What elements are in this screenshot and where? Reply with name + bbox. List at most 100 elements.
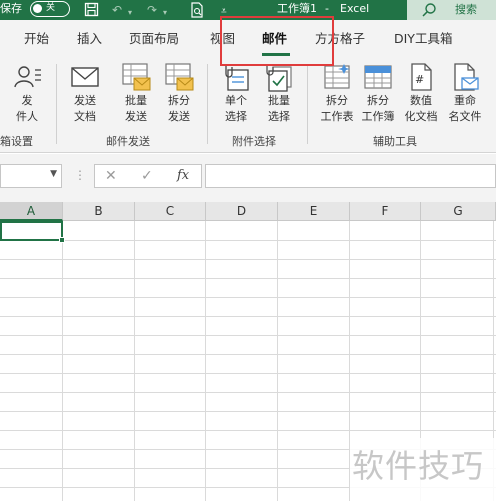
batch-send-label-1: 批量 bbox=[125, 94, 147, 107]
search-label: 搜索 bbox=[455, 3, 477, 16]
toggle-knob bbox=[33, 4, 42, 13]
formula-bar: ▼ ⋮ ✕ ✓ fx bbox=[0, 154, 496, 202]
search-icon bbox=[422, 3, 436, 17]
tab-insert[interactable]: 插入 bbox=[77, 30, 102, 48]
batch-attach-label-1: 批量 bbox=[268, 94, 290, 107]
fill-handle[interactable] bbox=[59, 237, 65, 243]
column-header-g[interactable]: G bbox=[421, 202, 496, 221]
send-document-label-2: 文档 bbox=[74, 110, 96, 123]
send-document-button[interactable]: 发送 文档 bbox=[62, 62, 108, 132]
grid-line bbox=[0, 335, 496, 336]
save-icon[interactable] bbox=[84, 2, 99, 17]
single-attach-label-2: 选择 bbox=[225, 110, 247, 123]
redo-icon[interactable]: ↷ bbox=[147, 2, 157, 18]
undo-dropdown-icon[interactable]: ▾ bbox=[128, 5, 132, 21]
grid-line bbox=[0, 373, 496, 374]
batch-attach-button[interactable]: 批量 选择 bbox=[256, 62, 302, 132]
sender-label-1: 发 bbox=[21, 94, 33, 107]
formula-buttons: ✕ ✓ fx bbox=[94, 164, 202, 188]
column-header-e[interactable]: E bbox=[278, 202, 350, 221]
search-box[interactable]: 搜索 bbox=[407, 0, 496, 20]
split-send-label-2: 发送 bbox=[168, 110, 190, 123]
print-preview-icon[interactable] bbox=[190, 2, 204, 18]
split-worksheet-button[interactable]: 拆分 工作表 bbox=[314, 62, 360, 132]
split-workbook-button[interactable]: 拆分 工作簿 bbox=[355, 62, 401, 132]
name-box[interactable]: ▼ bbox=[0, 164, 62, 188]
group-label-aux-tools: 辅助工具 bbox=[373, 135, 417, 148]
autosave-toggle[interactable]: 关 bbox=[30, 1, 70, 17]
tab-page-layout[interactable]: 页面布局 bbox=[129, 30, 179, 48]
grid-line bbox=[0, 297, 496, 298]
undo-icon[interactable]: ↶ bbox=[112, 2, 122, 18]
enter-icon[interactable]: ✓ bbox=[141, 168, 153, 184]
column-header-d[interactable]: D bbox=[206, 202, 278, 221]
selected-cell[interactable] bbox=[0, 221, 65, 243]
column-header-b[interactable]: B bbox=[63, 202, 135, 221]
autosave-label: 保存 bbox=[0, 2, 22, 15]
batch-attach-label-2: 选择 bbox=[268, 110, 290, 123]
split-sheet-icon bbox=[324, 64, 350, 89]
grid-line bbox=[62, 221, 63, 501]
group-separator bbox=[56, 64, 57, 144]
numeric-doc-label-1: 数值 bbox=[410, 94, 432, 107]
grid-line bbox=[0, 354, 496, 355]
grid-line bbox=[0, 278, 496, 279]
split-send-icon bbox=[165, 63, 194, 91]
sender-button[interactable]: 发 件人 bbox=[4, 62, 50, 132]
cancel-icon[interactable]: ✕ bbox=[105, 168, 117, 184]
column-header-f[interactable]: F bbox=[350, 202, 421, 221]
batch-attach-icon bbox=[266, 64, 292, 92]
watermark: 软件技巧 bbox=[350, 438, 496, 501]
single-attach-label-1: 单个 bbox=[225, 94, 247, 107]
numeric-doc-icon: # bbox=[411, 63, 432, 91]
formula-bar-grip-icon[interactable]: ⋮ bbox=[74, 166, 86, 184]
rename-file-label-2: 名文件 bbox=[448, 110, 482, 123]
split-worksheet-label-2: 工作表 bbox=[320, 110, 354, 123]
rename-file-label-1: 重命 bbox=[454, 94, 476, 107]
column-header-c[interactable]: C bbox=[135, 202, 206, 221]
column-header-a[interactable]: A bbox=[0, 202, 63, 221]
split-send-button[interactable]: 拆分 发送 bbox=[156, 62, 202, 132]
batch-send-label-2: 发送 bbox=[125, 110, 147, 123]
batch-send-button[interactable]: 批量 发送 bbox=[113, 62, 159, 132]
group-label-mailbox-settings: 箱设置 bbox=[0, 135, 33, 148]
app-name: Excel bbox=[340, 2, 370, 15]
tab-diy-toolbox[interactable]: DIY工具箱 bbox=[394, 30, 452, 48]
insert-function-icon[interactable]: fx bbox=[177, 168, 189, 184]
rename-file-icon bbox=[454, 63, 479, 91]
redo-dropdown-icon[interactable]: ▾ bbox=[163, 5, 167, 21]
grid-line bbox=[134, 221, 135, 501]
envelope-icon bbox=[71, 67, 99, 87]
group-label-mail-send: 邮件发送 bbox=[106, 135, 150, 148]
split-send-label-1: 拆分 bbox=[168, 94, 190, 107]
svg-text:#: # bbox=[415, 73, 424, 86]
name-box-dropdown-icon[interactable]: ▼ bbox=[50, 169, 57, 179]
split-workbook-label-1: 拆分 bbox=[367, 94, 389, 107]
batch-send-icon bbox=[122, 63, 151, 91]
sender-icon bbox=[14, 66, 41, 88]
split-worksheet-label-1: 拆分 bbox=[326, 94, 348, 107]
send-document-label-1: 发送 bbox=[74, 94, 96, 107]
title-separator: - bbox=[325, 2, 329, 15]
watermark-text: 软件技巧 bbox=[352, 447, 485, 485]
grid-line bbox=[0, 430, 496, 431]
split-workbook-icon bbox=[364, 65, 392, 89]
formula-input[interactable] bbox=[205, 164, 496, 188]
grid-line bbox=[0, 259, 496, 260]
grid-line bbox=[0, 316, 496, 317]
toggle-state-label: 关 bbox=[46, 3, 56, 13]
ribbon-body: 发 件人 发送 文档 批量 发送 拆分 发送 单个 选择 批量 选择 拆分 工作… bbox=[0, 58, 496, 153]
sender-label-2: 件人 bbox=[16, 110, 38, 123]
single-attach-icon bbox=[225, 64, 249, 91]
group-separator bbox=[307, 64, 308, 144]
rename-file-button[interactable]: 重命 名文件 bbox=[442, 62, 488, 132]
grid-line bbox=[0, 411, 496, 412]
grid-line bbox=[0, 240, 496, 241]
single-attach-button[interactable]: 单个 选择 bbox=[213, 62, 259, 132]
group-label-attachment-select: 附件选择 bbox=[232, 135, 276, 148]
numeric-doc-label-2: 化文档 bbox=[404, 110, 438, 123]
numeric-doc-button[interactable]: # 数值 化文档 bbox=[398, 62, 444, 132]
highlight-box bbox=[220, 16, 334, 66]
grid-line bbox=[0, 392, 496, 393]
tab-home[interactable]: 开始 bbox=[24, 30, 49, 48]
